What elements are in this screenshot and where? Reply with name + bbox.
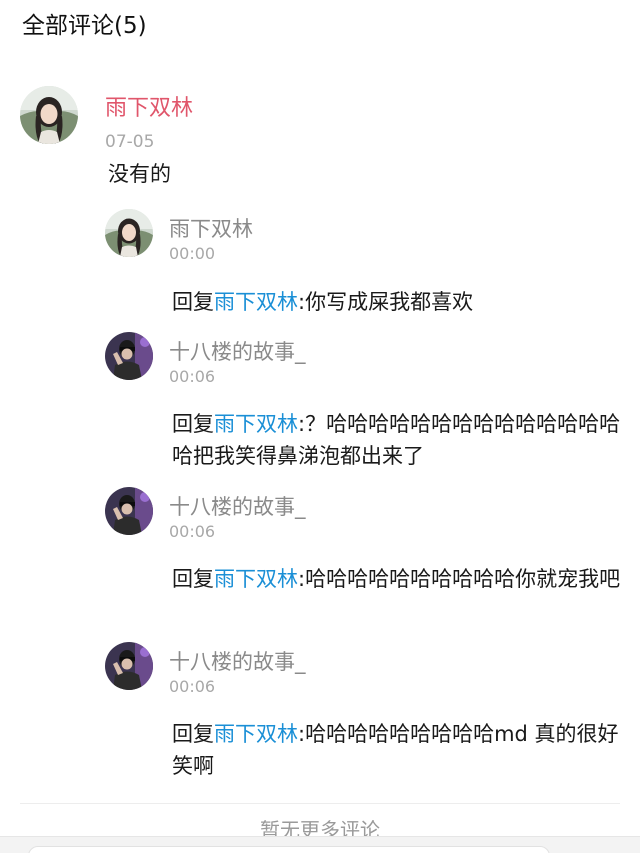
reply-prefix: 回复 [172, 567, 214, 591]
main-comment-author[interactable]: 雨下双林 [105, 90, 193, 122]
comments-header-title: 全部评论(5) [22, 13, 147, 39]
reply-avatar[interactable] [105, 332, 153, 380]
reply-avatar[interactable] [105, 209, 153, 257]
reply-time: 00:00 [169, 244, 216, 263]
reply-author[interactable]: 十八楼的故事_ [169, 336, 306, 366]
main-comment-time: 07-05 [105, 132, 155, 152]
reply-time: 00:06 [169, 677, 216, 696]
reply-avatar[interactable] [105, 487, 153, 535]
reply-time: 00:06 [169, 367, 216, 386]
reply-time: 00:06 [169, 522, 216, 541]
reply-mention-link[interactable]: 雨下双林 [214, 722, 298, 746]
reply-author[interactable]: 雨下双林 [169, 213, 253, 243]
main-comment-text: 没有的 [108, 162, 171, 186]
reply-author[interactable]: 十八楼的故事_ [169, 646, 306, 676]
reply-prefix: 回复 [172, 722, 214, 746]
reply-body: :你写成屎我都喜欢 [298, 290, 474, 314]
reply-prefix: 回复 [172, 290, 214, 314]
reply-author[interactable]: 十八楼的故事_ [169, 491, 306, 521]
reply-text: 回复雨下双林:哈哈哈哈哈哈哈哈哈md 真的很好笑啊 [172, 718, 627, 782]
comment-input[interactable] [28, 846, 550, 853]
reply-prefix: 回复 [172, 412, 214, 436]
reply-mention-link[interactable]: 雨下双林 [214, 567, 298, 591]
main-comment-avatar[interactable] [20, 86, 78, 144]
reply-avatar[interactable] [105, 642, 153, 690]
reply-mention-link[interactable]: 雨下双林 [214, 290, 298, 314]
reply-body: :哈哈哈哈哈哈哈哈哈哈你就宠我吧 [298, 567, 621, 591]
reply-text: 回复雨下双林:你写成屎我都喜欢 [172, 286, 627, 318]
reply-text: 回复雨下双林:哈哈哈哈哈哈哈哈哈哈你就宠我吧 [172, 563, 627, 595]
reply-mention-link[interactable]: 雨下双林 [214, 412, 298, 436]
divider [20, 803, 620, 804]
reply-text: 回复雨下双林:？哈哈哈哈哈哈哈哈哈哈哈哈哈哈哈把我笑得鼻涕泡都出来了 [172, 408, 627, 472]
